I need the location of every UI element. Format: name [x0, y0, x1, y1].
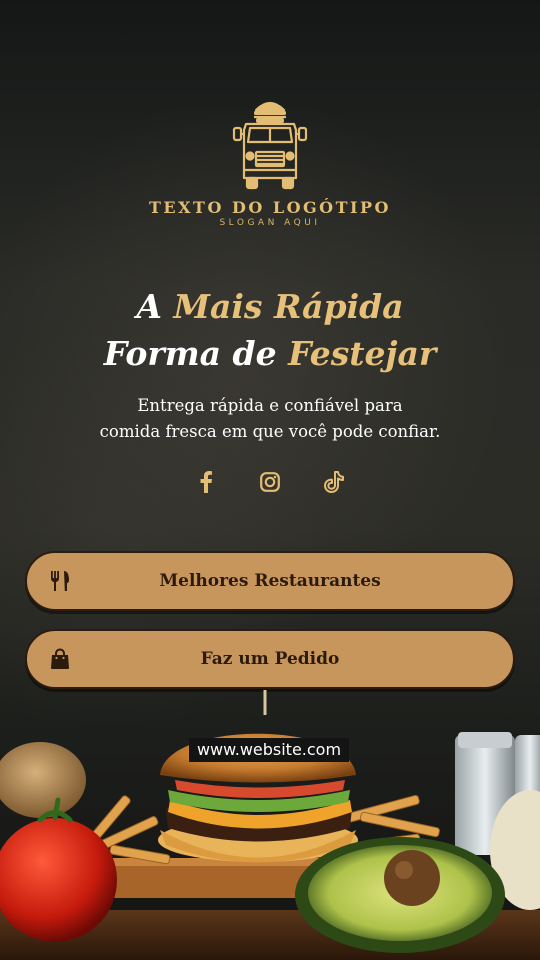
social-links — [0, 468, 540, 496]
website-url[interactable]: www.website.com — [189, 738, 349, 762]
best-restaurants-button[interactable]: Melhores Restaurantes — [25, 551, 515, 611]
subtitle-line-1: Entrega rápida e confiável para — [137, 396, 403, 415]
headline-line-1: A Mais Rápida — [0, 283, 540, 330]
logo: TEXTO DO LOGÓTIPO SLOGAN AQUI — [0, 96, 540, 228]
headline-line-2: Forma de Festejar — [0, 330, 540, 377]
food-photo — [0, 690, 540, 960]
utensils-icon — [51, 571, 69, 591]
headline-highlight-1: Mais Rápida — [173, 287, 404, 326]
logo-slogan: SLOGAN AQUI — [219, 218, 321, 228]
place-order-label: Faz um Pedido — [200, 649, 340, 669]
instagram-icon[interactable] — [258, 468, 282, 496]
best-restaurants-label: Melhores Restaurantes — [159, 571, 381, 591]
logo-title: TEXTO DO LOGÓTIPO — [149, 198, 391, 217]
shopping-bag-icon — [51, 648, 69, 669]
subtitle-line-2: comida fresca em que você pode confiar. — [99, 422, 441, 441]
headline-highlight-2: Festejar — [288, 334, 437, 373]
facebook-icon[interactable] — [194, 468, 218, 496]
headline-word: A — [136, 287, 162, 326]
headline: A Mais Rápida Forma de Festejar — [0, 283, 540, 377]
subtitle: Entrega rápida e confiável para comida f… — [0, 393, 540, 445]
food-truck-burger-icon — [232, 101, 308, 190]
headline-text: Forma de — [103, 334, 277, 373]
tiktok-icon[interactable] — [322, 468, 346, 496]
